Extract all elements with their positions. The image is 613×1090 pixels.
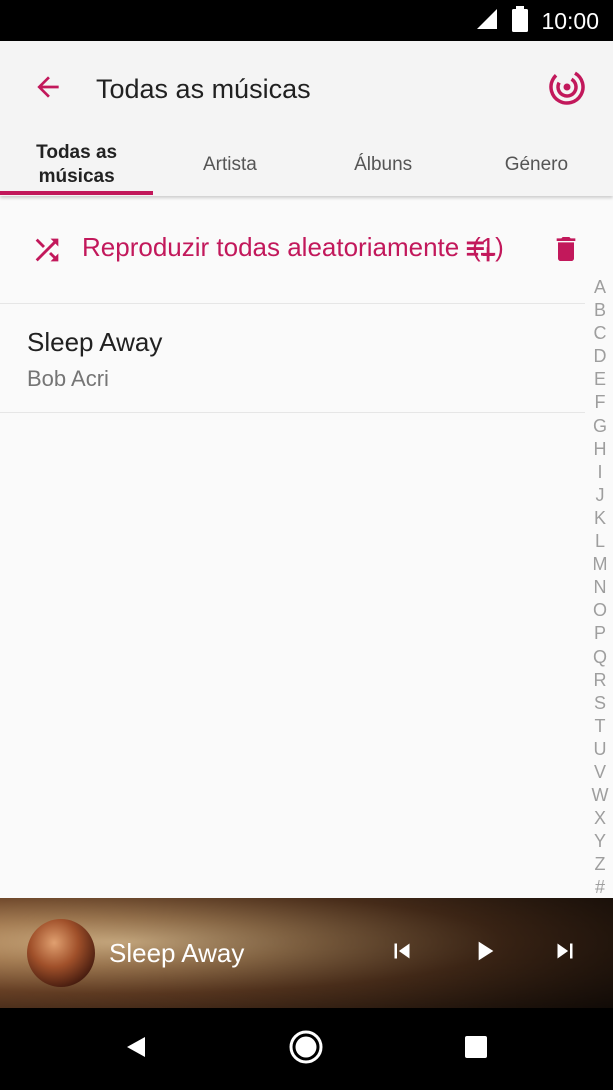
index-letter[interactable]: P <box>594 622 606 645</box>
tab-artist[interactable]: Artista <box>153 135 306 195</box>
tab-genre[interactable]: Género <box>460 135 613 195</box>
index-letter[interactable]: H <box>594 438 607 461</box>
index-letter[interactable]: M <box>593 553 608 576</box>
alphabet-index[interactable]: A B C D E F G H I J K L M N O P Q R S T U V W X Y Z # <box>588 276 612 900</box>
navigation-bar <box>0 1008 613 1090</box>
shuffle-icon <box>30 233 64 272</box>
index-letter[interactable]: O <box>593 599 607 622</box>
index-letter[interactable]: U <box>594 738 607 761</box>
index-letter[interactable]: G <box>593 415 607 438</box>
radio-button[interactable] <box>543 65 591 113</box>
nav-home-button[interactable] <box>284 1029 328 1069</box>
index-letter[interactable]: R <box>594 669 607 692</box>
page-title: Todas as músicas <box>96 74 311 104</box>
radio-icon <box>548 68 586 111</box>
tab-all-songs[interactable]: Todas as músicas <box>0 135 154 195</box>
index-letter[interactable]: Z <box>595 853 606 876</box>
back-button[interactable] <box>24 69 72 109</box>
index-letter[interactable]: # <box>595 876 605 899</box>
now-playing-title: Sleep Away <box>109 938 245 968</box>
index-letter[interactable]: A <box>594 276 606 299</box>
index-letter[interactable]: C <box>594 322 607 345</box>
shuffle-all-row[interactable]: Reproduzir todas aleatoriamente (1) <box>0 196 585 304</box>
previous-button[interactable] <box>380 931 424 975</box>
nav-home-icon <box>288 1029 324 1070</box>
nav-recents-icon <box>464 1035 488 1064</box>
play-icon <box>468 935 500 972</box>
tab-label: Álbuns <box>354 154 413 175</box>
play-button[interactable] <box>462 931 506 975</box>
index-letter[interactable]: F <box>595 391 606 414</box>
nav-recents-button[interactable] <box>454 1029 498 1069</box>
index-letter[interactable]: W <box>592 784 609 807</box>
trash-icon[interactable] <box>550 231 582 272</box>
song-artist: Bob Acri <box>27 366 109 391</box>
app-bar: Todas as músicas Todas as músicas Artist… <box>0 41 613 196</box>
nav-back-button[interactable] <box>114 1029 158 1069</box>
battery-icon <box>511 5 529 37</box>
status-bar: 10:00 <box>0 0 613 41</box>
index-letter[interactable]: X <box>594 807 606 830</box>
tab-albums[interactable]: Álbuns <box>307 135 460 195</box>
status-time: 10:00 <box>541 7 599 34</box>
tab-label: Todas as músicas <box>36 142 118 187</box>
shuffle-all-label: Reproduzir todas aleatoriamente <box>82 232 460 262</box>
index-letter[interactable]: T <box>595 715 606 738</box>
index-letter[interactable]: N <box>594 576 607 599</box>
index-letter[interactable]: L <box>595 530 605 553</box>
tab-bar: Todas as músicas Artista Álbuns Género <box>0 135 613 195</box>
skip-next-icon <box>550 936 580 971</box>
album-art <box>27 919 95 987</box>
index-letter[interactable]: I <box>597 461 602 484</box>
index-letter[interactable]: Q <box>593 646 607 669</box>
song-title: Sleep Away <box>27 327 163 357</box>
index-letter[interactable]: Y <box>594 830 606 853</box>
list-item[interactable]: Sleep Away Bob Acri <box>0 304 585 413</box>
cell-signal-icon <box>475 7 499 36</box>
index-letter[interactable]: E <box>594 368 606 391</box>
skip-previous-icon <box>387 936 417 971</box>
tab-label: Artista <box>202 154 257 175</box>
next-button[interactable] <box>543 931 587 975</box>
index-letter[interactable]: J <box>596 484 605 507</box>
index-letter[interactable]: V <box>594 761 606 784</box>
index-letter[interactable]: D <box>594 345 607 368</box>
arrow-back-icon <box>32 71 64 108</box>
nav-back-icon <box>123 1034 149 1065</box>
index-letter[interactable]: K <box>594 507 606 530</box>
index-letter[interactable]: B <box>594 299 606 322</box>
index-letter[interactable]: S <box>594 692 606 715</box>
tab-label: Género <box>504 154 569 175</box>
shuffle-count: (1) <box>472 232 504 262</box>
mini-player[interactable]: Sleep Away <box>0 898 613 1008</box>
